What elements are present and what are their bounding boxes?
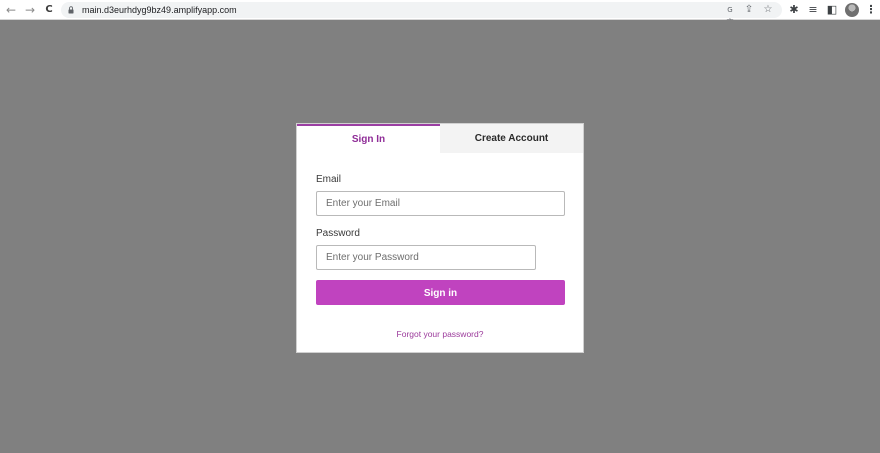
- password-field[interactable]: [316, 245, 536, 270]
- lock-icon[interactable]: [68, 6, 74, 14]
- extensions-icon[interactable]: ✱: [787, 3, 801, 17]
- password-label: Password: [316, 228, 360, 239]
- reload-icon[interactable]: C: [42, 3, 56, 17]
- forward-icon[interactable]: →: [23, 3, 37, 17]
- translate-icon[interactable]: G文: [724, 4, 736, 26]
- back-icon[interactable]: ←: [4, 3, 18, 17]
- tab-create-account[interactable]: Create Account: [440, 124, 583, 153]
- email-field[interactable]: [316, 191, 565, 216]
- address-bar[interactable]: main.d3eurhdyg9bz49.amplifyapp.com G文 ⇪ …: [61, 2, 782, 26]
- authenticator-card: Sign In Create Account Email Password Si…: [296, 123, 584, 353]
- share-icon[interactable]: ⇪: [743, 4, 755, 16]
- forgot-password-link[interactable]: Forgot your password?: [297, 329, 583, 339]
- bookmark-star-icon[interactable]: ☆: [762, 4, 774, 16]
- url-text[interactable]: main.d3eurhdyg9bz49.amplifyapp.com: [82, 3, 237, 17]
- tab-sign-in[interactable]: Sign In: [297, 124, 440, 153]
- profile-avatar[interactable]: [845, 3, 859, 17]
- sign-in-button[interactable]: Sign in: [316, 280, 565, 305]
- browser-menu-icon[interactable]: ⋮: [864, 3, 878, 17]
- browser-toolbar: ← → C main.d3eurhdyg9bz49.amplifyapp.com…: [0, 0, 880, 26]
- page-backdrop: Sign In Create Account Email Password Si…: [0, 20, 880, 453]
- side-panel-icon[interactable]: ◧: [825, 3, 839, 17]
- media-controls-icon[interactable]: ≡: [806, 3, 820, 17]
- email-label: Email: [316, 174, 342, 185]
